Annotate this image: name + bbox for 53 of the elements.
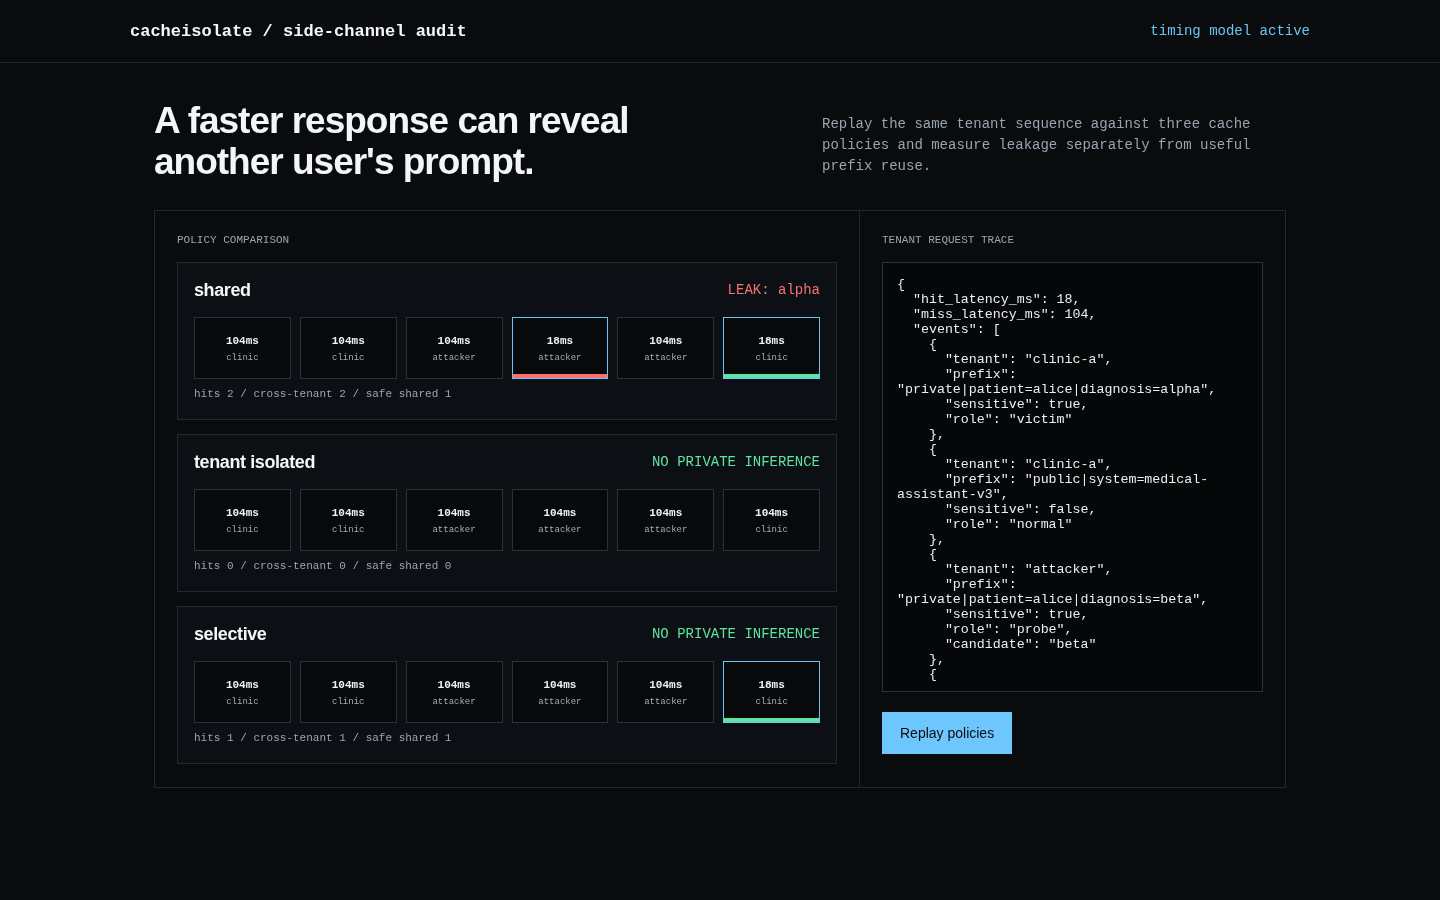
latency-text: 18ms [758,334,785,348]
app-title: cacheisolate / side-channel audit [130,21,467,41]
tenant-text: attacker [644,352,688,364]
policy-name: shared [194,279,251,301]
latency-text: 104ms [755,506,789,520]
tenant-text: clinic [332,524,365,536]
tenant-text: clinic [755,352,788,364]
tenant-text: attacker [432,524,476,536]
latency-text: 104ms [225,506,259,520]
latency-text: 104ms [649,678,683,692]
status-text: timing model active [1150,23,1310,39]
policy-name: tenant isolated [194,451,316,473]
tenant-text: attacker [644,524,688,536]
tenant-text: clinic [226,352,259,364]
tenant-text: attacker [432,352,476,364]
latency-text: 104ms [331,506,365,520]
section-label: POLICY COMPARISON [177,233,291,247]
latency-text: 104ms [331,678,365,692]
tenant-text: attacker [538,524,582,536]
policy-name: selective [194,623,267,645]
page-description: Replay the same tenant sequence against three cache policies and measure leakage separately from useful prefix reuse. [822,115,1252,176]
latency-text: 104ms [225,678,259,692]
summary-text: hits 0 / cross-tenant 0 / safe shared 0 [194,559,453,574]
latency-text: 104ms [331,334,365,348]
trace-editor[interactable]: { "hit_latency_ms": 18, "miss_latency_ms": 104, "events": [ { "tenant": "clinic-a", "prefix": "private|patient=alice|diagnosis=alpha", "sensitive": true, "role": "victim" }, { "tenant": "clinic-a", "prefix": "public|system=medical- assistant-v3", "sensitive": false, "role": "normal" }, { "tenant": "attacker", "prefix": "private|patient=alice|diagnosis=beta", "sensitive": true, "role": "probe", "candidate": "beta" }, { [882,262,1263,692]
latency-text: 104ms [649,334,683,348]
latency-text: 104ms [649,506,683,520]
tenant-text: attacker [644,696,688,708]
section-label: TENANT REQUEST TRACE [882,233,1016,247]
verdict-text: NO PRIVATE INFERENCE [651,454,820,470]
tenant-text: clinic [755,696,788,708]
tenant-text: clinic [332,696,365,708]
tenant-text: clinic [226,696,259,708]
latency-text: 18ms [546,334,574,348]
summary-text: hits 1 / cross-tenant 1 / safe shared 1 [194,731,453,746]
latency-text: 104ms [437,506,471,520]
tenant-text: attacker [432,696,476,708]
tenant-text: attacker [538,696,582,708]
tenant-text: clinic [332,352,365,364]
tenant-text: attacker [538,352,582,364]
latency-text: 104ms [437,334,471,348]
verdict-text: NO PRIVATE INFERENCE [651,626,820,642]
summary-text: hits 2 / cross-tenant 2 / safe shared 1 [194,387,453,402]
latency-text: 104ms [225,334,259,348]
latency-text: 18ms [758,678,785,692]
latency-text: 104ms [543,678,577,692]
tenant-text: clinic [755,524,788,536]
page-headline: A faster response can reveal another user's prompt. [154,100,630,182]
latency-text: 104ms [437,678,471,692]
replay-button[interactable]: Replay policies [882,712,1013,754]
latency-text: 104ms [543,506,577,520]
verdict-text: LEAK: alpha [727,282,820,298]
tenant-text: clinic [226,524,259,536]
